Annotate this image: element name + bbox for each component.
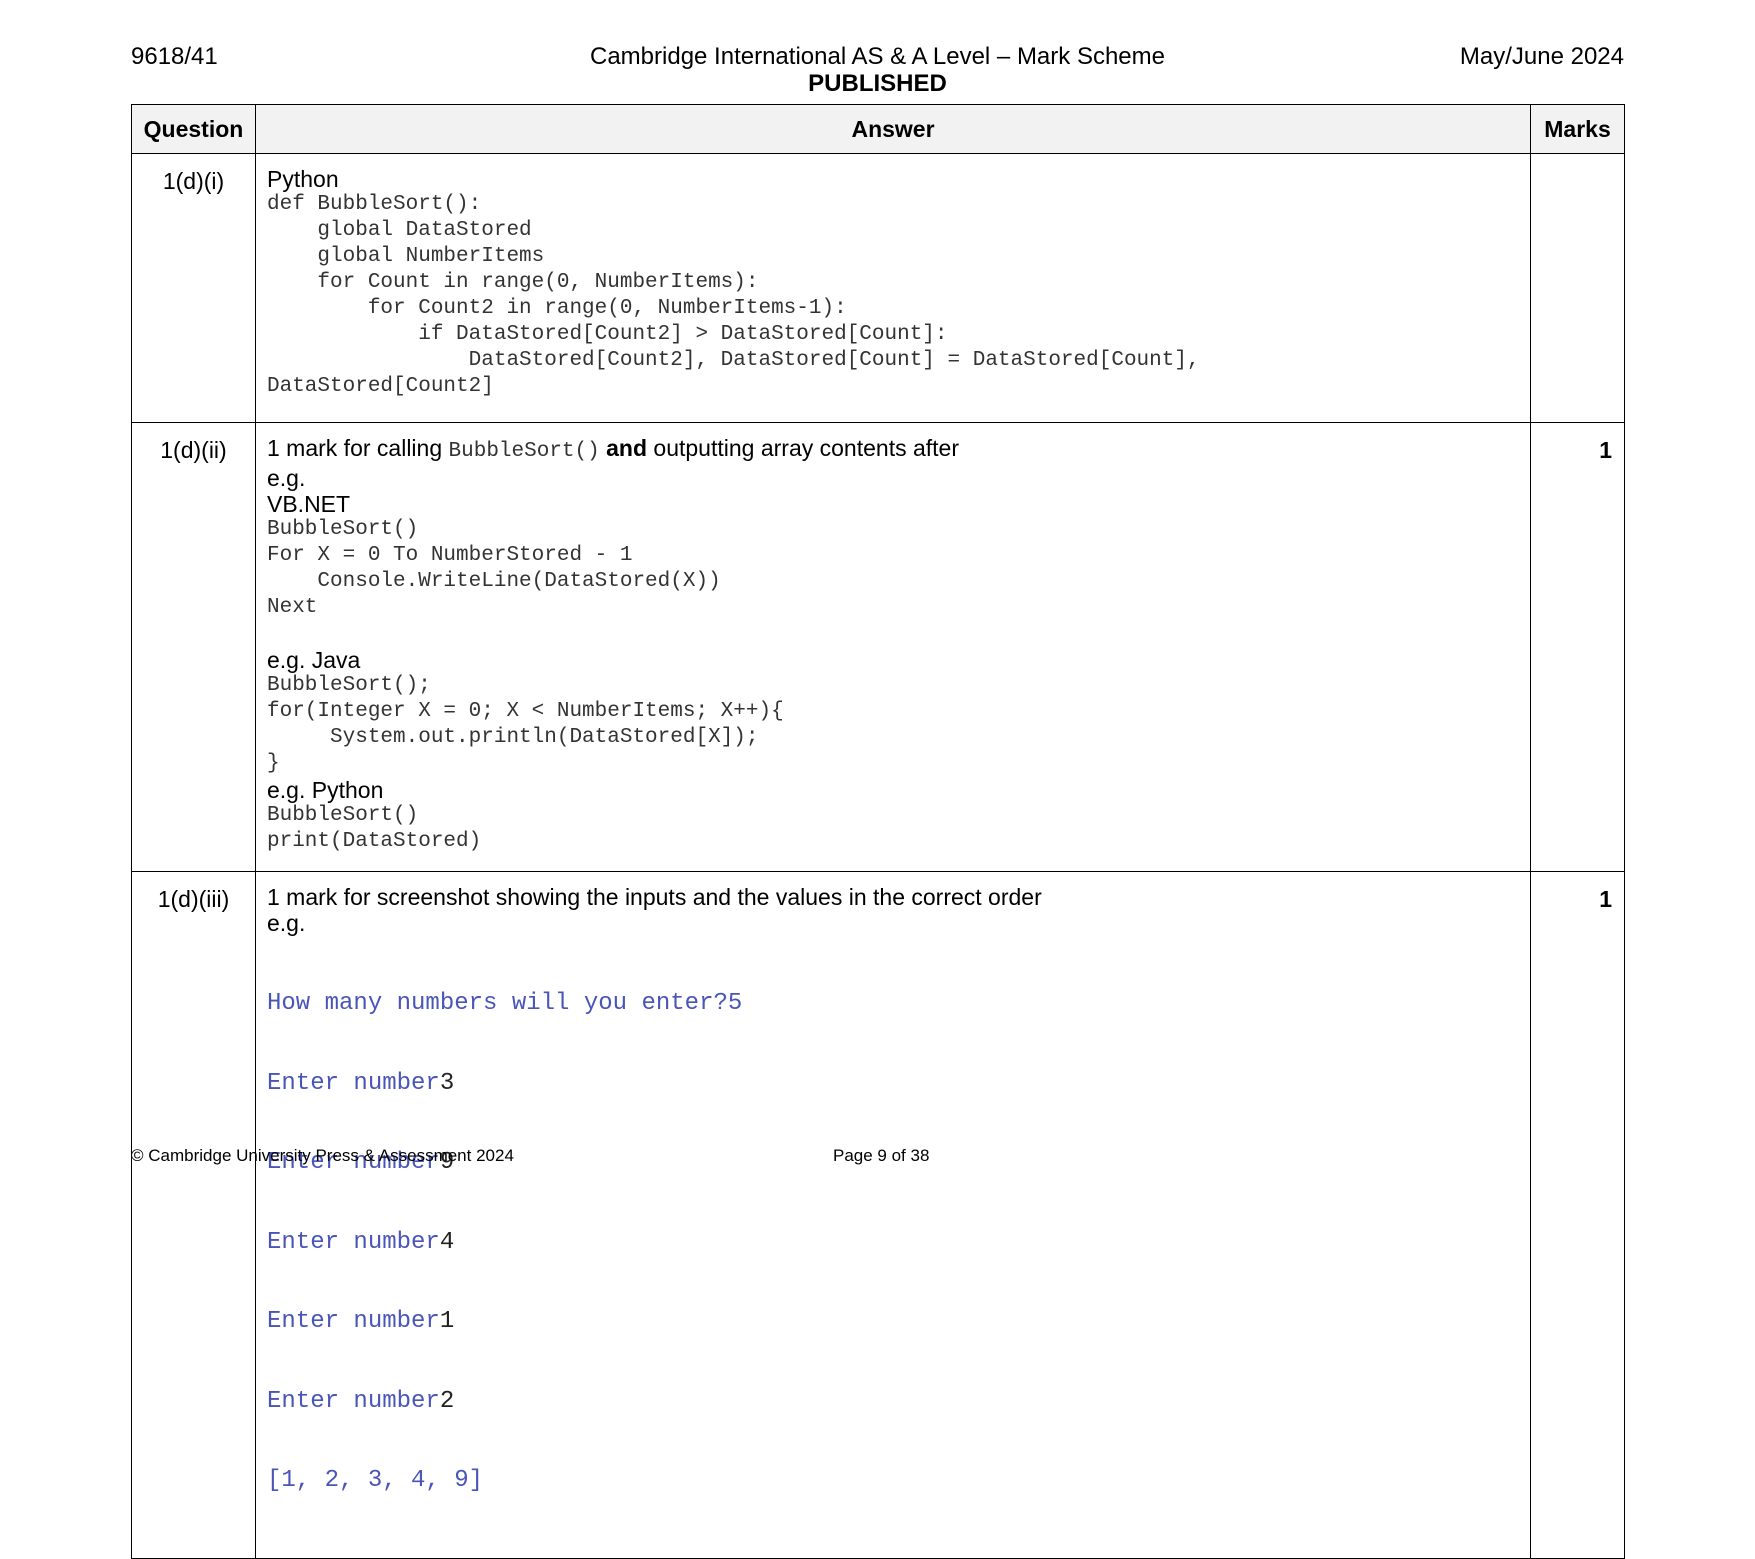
python-code-block: BubbleSort() print(DataStored) bbox=[267, 804, 482, 853]
program-output-screenshot: How many numbers will you enter?5 Enter … bbox=[267, 938, 1520, 1548]
java-code-block: BubbleSort(); for(Integer X = 0; X < Num… bbox=[267, 674, 784, 775]
criterion-text: 1 mark for calling bbox=[267, 435, 449, 461]
table-row: 1(d)(i) Python def BubbleSort(): global … bbox=[131, 153, 1625, 423]
screenshot-line: Enter number2 bbox=[267, 1387, 455, 1415]
published-label: PUBLISHED bbox=[808, 70, 947, 97]
vbnet-code-block: BubbleSort() For X = 0 To NumberStored -… bbox=[267, 518, 721, 619]
screenshot-line: How many numbers will you enter?5 bbox=[267, 990, 743, 1017]
table-header-row: Question Answer Marks bbox=[131, 104, 1625, 154]
screenshot-line: Enter number4 bbox=[267, 1228, 455, 1256]
example-label: e.g. bbox=[267, 465, 306, 491]
answer-cell: 1 mark for calling BubbleSort() and outp… bbox=[255, 422, 1531, 872]
answer-cell: Python def BubbleSort(): global DataStor… bbox=[255, 153, 1531, 423]
screenshot-output-line: [1, 2, 3, 4, 9] bbox=[267, 1467, 484, 1494]
mark-criterion: 1 mark for screenshot showing the inputs… bbox=[267, 884, 1042, 910]
question-number: 1(d)(ii) bbox=[131, 422, 256, 872]
question-number: 1(d)(i) bbox=[131, 153, 256, 423]
copyright-notice: © Cambridge University Press & Assessmen… bbox=[131, 1146, 514, 1165]
criterion-code: BubbleSort() bbox=[448, 440, 600, 463]
marks-value: 1 bbox=[1530, 422, 1625, 872]
screenshot-line: Enter number3 bbox=[267, 1069, 455, 1097]
exam-session: May/June 2024 bbox=[1459, 43, 1624, 70]
example-label: e.g. bbox=[267, 910, 306, 936]
answer-cell: 1 mark for screenshot showing the inputs… bbox=[255, 871, 1531, 1559]
mark-criterion: 1 mark for calling BubbleSort() and outp… bbox=[267, 435, 1520, 465]
column-header-question: Question bbox=[131, 104, 256, 154]
page-number: Page 9 of 38 bbox=[833, 1146, 930, 1165]
table-row: 1(d)(ii) 1 mark for calling BubbleSort()… bbox=[131, 422, 1625, 872]
marks-value bbox=[1530, 153, 1625, 423]
language-label: e.g. Python bbox=[267, 777, 384, 803]
language-label: VB.NET bbox=[267, 491, 351, 517]
criterion-text: outputting array contents after bbox=[647, 435, 959, 461]
screenshot-line: Enter number1 bbox=[267, 1308, 455, 1335]
mark-scheme-table: Question Answer Marks 1(d)(i) Python def… bbox=[131, 104, 1625, 1559]
marks-value: 1 bbox=[1530, 871, 1625, 1559]
language-label: Python bbox=[267, 166, 339, 192]
column-header-answer: Answer bbox=[255, 104, 1531, 154]
table-row: 1(d)(iii) 1 mark for screenshot showing … bbox=[131, 871, 1625, 1559]
criterion-bold: and bbox=[606, 435, 648, 461]
language-label: e.g. Java bbox=[267, 647, 361, 673]
python-code-block: def BubbleSort(): global DataStored glob… bbox=[267, 193, 1200, 398]
column-header-marks: Marks bbox=[1530, 104, 1625, 154]
question-number: 1(d)(iii) bbox=[131, 871, 256, 1559]
